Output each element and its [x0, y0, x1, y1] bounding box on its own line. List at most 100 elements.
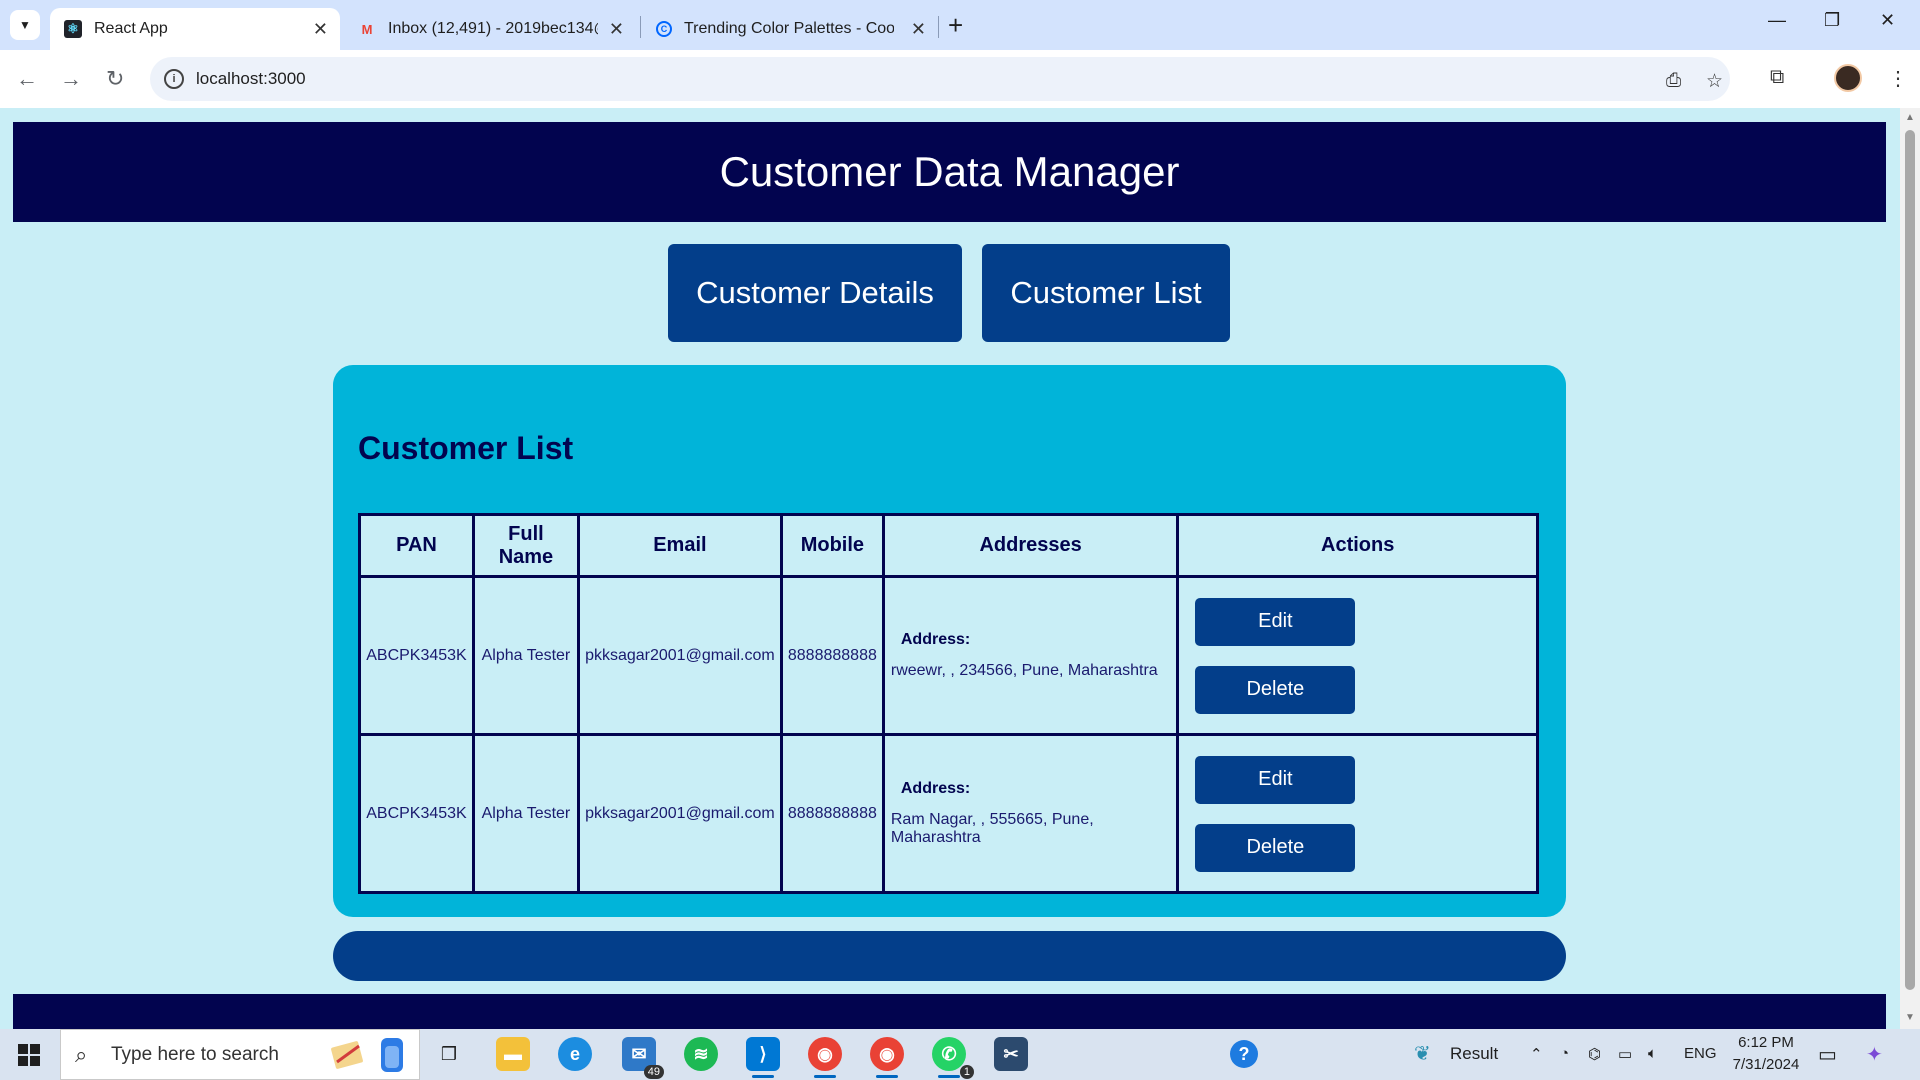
- scroll-down-icon[interactable]: ▼: [1905, 1012, 1915, 1023]
- customer-list-card: Customer List PAN Full Name Email Mobile…: [333, 365, 1566, 917]
- column-header-full-name: Full Name: [471, 513, 580, 578]
- cell-full-name: Alpha Tester: [471, 575, 580, 736]
- mail-icon[interactable]: ✉ 49: [622, 1037, 664, 1079]
- address-text: Ram Nagar, , 555665, Pune, Maharashtra: [890, 811, 1094, 846]
- volume-icon[interactable]: 🔈︎: [1648, 1045, 1657, 1062]
- tab-coolors[interactable]: C Trending Color Palettes - Coolo ✕: [642, 8, 938, 50]
- scrollbar-thumb[interactable]: [1905, 130, 1915, 990]
- tab-title: React App: [94, 20, 168, 37]
- tab-react-app[interactable]: ⚛ React App ✕: [50, 8, 340, 50]
- address-bar[interactable]: i localhost:3000 ⎙ ☆: [150, 57, 1730, 101]
- windows-start-icon[interactable]: [18, 1044, 40, 1066]
- chrome-icon[interactable]: ◉: [808, 1037, 842, 1078]
- whatsapp-icon[interactable]: ✆ 1: [932, 1037, 974, 1079]
- cell-addresses: Address: rweewr, , 234566, Pune, Maharas…: [881, 575, 1180, 736]
- react-icon: ⚛: [64, 20, 82, 38]
- close-tab-icon[interactable]: ✕: [313, 19, 328, 40]
- snipping-tool-icon[interactable]: ✂: [994, 1037, 1028, 1071]
- menu-kebab-icon[interactable]: ⋮: [1888, 66, 1908, 91]
- delete-button[interactable]: Delete: [1195, 665, 1356, 714]
- search-highlight-illustration: [331, 1038, 403, 1072]
- search-icon: ⌕: [75, 1042, 88, 1067]
- tab-search-icon[interactable]: ▼: [10, 10, 40, 40]
- chevron-up-icon[interactable]: ⌃: [1530, 1045, 1543, 1063]
- tab-separator: [640, 16, 641, 38]
- cell-pan: ABCPK3453K: [358, 575, 475, 736]
- edit-button[interactable]: Edit: [1195, 755, 1356, 804]
- customer-details-button[interactable]: Customer Details: [668, 244, 962, 342]
- column-header-mobile: Mobile: [779, 513, 885, 578]
- vscode-icon[interactable]: ⟩: [746, 1037, 780, 1078]
- file-explorer-icon[interactable]: ▬: [496, 1037, 530, 1071]
- page-scrollbar[interactable]: ▲ ▼: [1900, 108, 1920, 1029]
- column-header-addresses: Addresses: [881, 513, 1180, 578]
- table-row: ABCPK3453K Alpha Tester pkksagar2001@gma…: [358, 733, 1539, 894]
- url-text[interactable]: localhost:3000: [196, 69, 306, 89]
- install-app-icon[interactable]: ⎙: [1666, 70, 1681, 92]
- language-indicator[interactable]: ENG: [1684, 1045, 1717, 1062]
- edit-button[interactable]: Edit: [1195, 597, 1356, 646]
- weather-text[interactable]: Result: [1450, 1044, 1498, 1064]
- bookmark-star-icon[interactable]: ☆: [1706, 70, 1723, 93]
- new-tab-icon[interactable]: +: [948, 10, 963, 41]
- close-window-icon[interactable]: ✕: [1880, 10, 1895, 31]
- address-text: rweewr, , 234566, Pune, Maharashtra: [890, 662, 1158, 679]
- weather-icon[interactable]: ❦: [1414, 1041, 1431, 1066]
- reload-icon[interactable]: ↻: [106, 66, 124, 92]
- back-icon[interactable]: ←: [16, 66, 38, 92]
- site-info-icon[interactable]: i: [164, 69, 184, 89]
- column-header-pan: PAN: [358, 513, 475, 578]
- scroll-up-icon[interactable]: ▲: [1905, 112, 1915, 123]
- gmail-icon: M: [361, 21, 373, 37]
- tab-title: Inbox (12,491) - 2019bec134@: [388, 20, 598, 37]
- help-icon[interactable]: ?: [1230, 1040, 1258, 1068]
- restore-icon[interactable]: ❐: [1824, 10, 1840, 31]
- delete-button[interactable]: Delete: [1195, 823, 1356, 872]
- network-icon[interactable]: ◔: [1560, 1045, 1569, 1062]
- wifi-icon[interactable]: ⌬: [1588, 1045, 1601, 1063]
- browser-toolbar: ← → ↻ i localhost:3000 ⎙ ☆ ⧉ ⋮: [0, 50, 1920, 108]
- windows-taskbar: ⌕ Type here to search ❒ ▬ e ✉ 49 ≋ ⟩ ◉ ◉ …: [0, 1029, 1920, 1080]
- cell-email: pkksagar2001@gmail.com: [576, 733, 783, 894]
- cell-addresses: Address: Ram Nagar, , 555665, Pune, Maha…: [881, 733, 1180, 894]
- table-row: ABCPK3453K Alpha Tester pkksagar2001@gma…: [358, 575, 1539, 736]
- profile-avatar[interactable]: [1834, 64, 1862, 92]
- taskbar-search-box[interactable]: ⌕ Type here to search: [60, 1029, 420, 1080]
- table-header-row: PAN Full Name Email Mobile Addresses Act…: [358, 513, 1539, 578]
- close-tab-icon[interactable]: ✕: [609, 19, 624, 40]
- app-header: Customer Data Manager: [13, 122, 1886, 222]
- forward-icon[interactable]: →: [60, 66, 82, 92]
- clock-time[interactable]: 6:12 PM: [1736, 1034, 1796, 1051]
- minimize-icon[interactable]: —: [1768, 10, 1786, 31]
- tab-title: Trending Color Palettes - Coolo: [684, 20, 894, 37]
- extensions-icon[interactable]: ⧉: [1770, 66, 1784, 89]
- clock-date[interactable]: 7/31/2024: [1726, 1056, 1806, 1073]
- browser-tab-bar: ▼ ⚛ React App ✕ M Inbox (12,491) - 2019b…: [0, 0, 1920, 50]
- spotify-icon[interactable]: ≋: [684, 1037, 718, 1071]
- address-label: Address:: [900, 780, 971, 797]
- close-tab-icon[interactable]: ✕: [911, 19, 926, 40]
- customer-list-heading: Customer List: [358, 430, 574, 466]
- edge-icon[interactable]: e: [558, 1037, 592, 1071]
- column-header-email: Email: [576, 513, 783, 578]
- battery-icon[interactable]: ▭: [1618, 1045, 1632, 1063]
- notifications-icon[interactable]: ▭: [1818, 1042, 1837, 1067]
- cell-mobile: 8888888888: [779, 733, 885, 894]
- task-view-icon[interactable]: ❒: [432, 1037, 466, 1071]
- chrome-profile-icon[interactable]: ◉: [870, 1037, 904, 1078]
- cell-full-name: Alpha Tester: [471, 733, 580, 894]
- cell-mobile: 8888888888: [779, 575, 885, 736]
- app-title: Customer Data Manager: [719, 148, 1180, 195]
- page-viewport: Customer Data Manager Customer Details C…: [0, 108, 1900, 1029]
- tab-separator: [938, 16, 939, 38]
- bottom-pill-bar: [333, 931, 1566, 981]
- column-header-actions: Actions: [1176, 513, 1539, 578]
- cell-email: pkksagar2001@gmail.com: [576, 575, 783, 736]
- customer-table: PAN Full Name Email Mobile Addresses Act…: [358, 513, 1539, 894]
- whatsapp-badge: 1: [959, 1065, 974, 1079]
- page-footer: [13, 994, 1886, 1029]
- copilot-icon[interactable]: ✦: [1866, 1042, 1883, 1067]
- search-placeholder: Type here to search: [111, 1044, 279, 1065]
- customer-list-button[interactable]: Customer List: [982, 244, 1230, 342]
- tab-gmail-inbox[interactable]: M Inbox (12,491) - 2019bec134@ ✕: [344, 8, 636, 50]
